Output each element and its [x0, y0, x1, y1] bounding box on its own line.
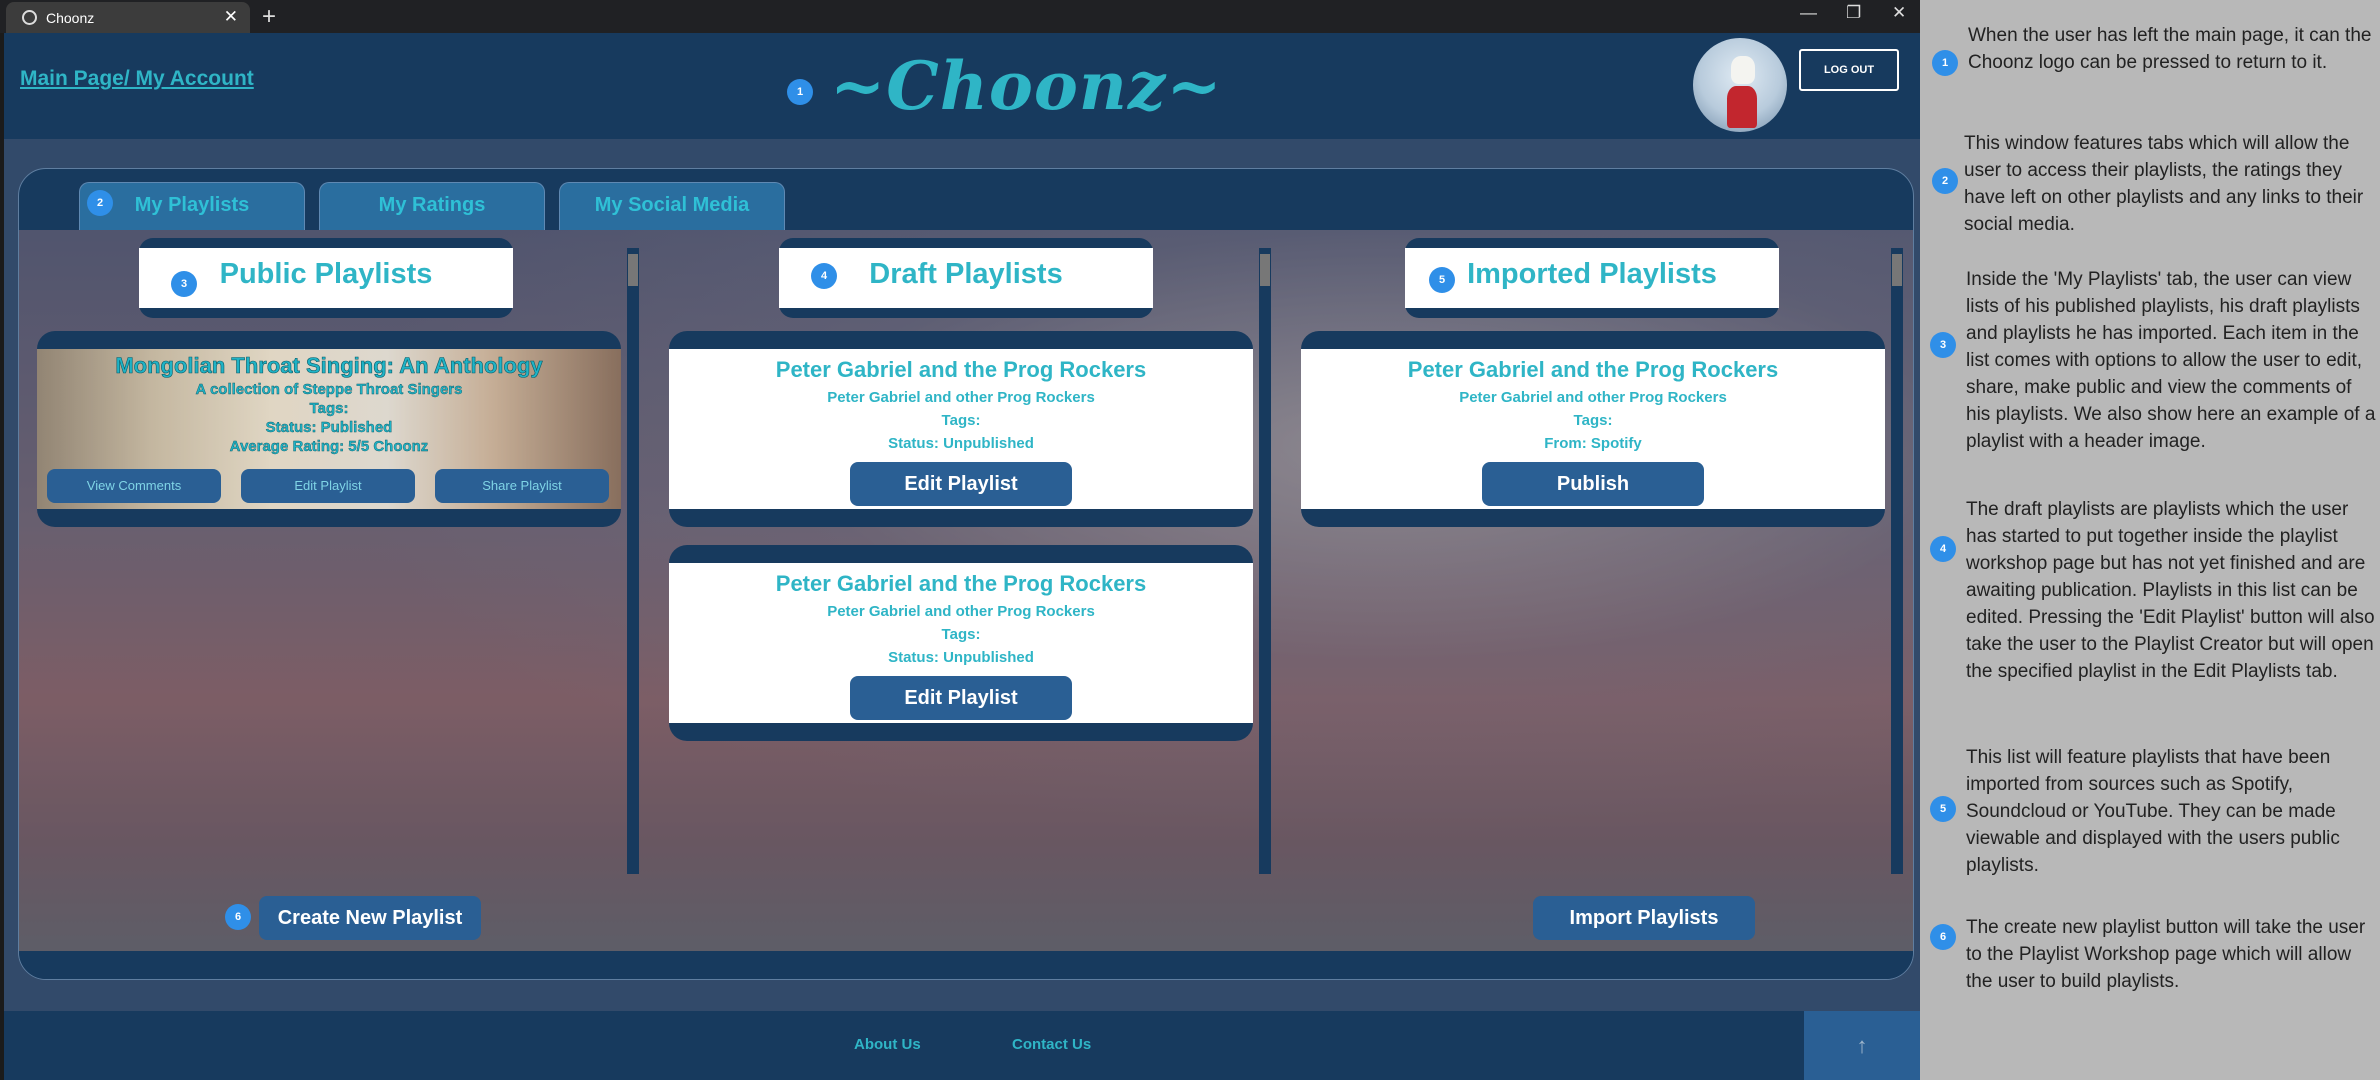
imported-playlist-card: Peter Gabriel and the Prog Rockers Peter… — [1301, 331, 1885, 527]
note-badge: 2 — [1932, 168, 1958, 194]
playlist-tags: Tags: — [309, 400, 349, 417]
note-text: This list will feature playlists that ha… — [1966, 747, 2340, 876]
tab-title: Choonz — [46, 10, 95, 26]
note-badge: 5 — [1930, 796, 1956, 822]
note-badge: 3 — [1930, 332, 1956, 358]
import-playlists-button[interactable]: Import Playlists — [1533, 896, 1755, 940]
playlist-source: From: Spotify — [1544, 435, 1642, 452]
note-text: Inside the 'My Playlists' tab, the user … — [1966, 269, 2376, 452]
playlist-status: Status: Published — [265, 419, 393, 436]
annotation-marker-4: 4 — [811, 263, 837, 289]
note-text: When the user has left the main page, it… — [1968, 25, 2372, 73]
annotation-marker-6: 6 — [225, 904, 251, 930]
playlist-title: Peter Gabriel and the Prog Rockers — [1407, 357, 1779, 382]
close-tab-icon[interactable]: ✕ — [224, 7, 238, 27]
scrollbar-thumb[interactable] — [628, 254, 638, 286]
imported-scrollbar[interactable] — [1891, 248, 1903, 874]
draft-playlist-card: Peter Gabriel and the Prog Rockers Peter… — [669, 331, 1253, 527]
playlist-subtitle: Peter Gabriel and other Prog Rockers — [827, 389, 1095, 406]
create-new-playlist-button[interactable]: Create New Playlist — [259, 896, 481, 940]
avatar[interactable] — [1693, 38, 1787, 132]
playlist-subtitle: Peter Gabriel and other Prog Rockers — [827, 603, 1095, 620]
playlist-tags: Tags: — [941, 412, 981, 429]
annotation-marker-1: 1 — [787, 79, 813, 105]
page-footer: About Us Contact Us ↑ — [4, 1011, 1920, 1080]
choonz-logo[interactable]: ~Choonz~ — [830, 47, 1223, 125]
note-text: This window features tabs which will all… — [1964, 133, 2364, 235]
view-comments-button[interactable]: View Comments — [47, 469, 221, 503]
restore-icon[interactable]: ❐ — [1846, 3, 1861, 23]
playlist-tags: Tags: — [941, 626, 981, 643]
close-window-icon[interactable]: ✕ — [1892, 3, 1906, 23]
new-tab-button[interactable]: + — [262, 3, 276, 31]
browser-tab[interactable]: Choonz ✕ — [6, 2, 250, 33]
playlist-title: Peter Gabriel and the Prog Rockers — [775, 571, 1147, 596]
edit-playlist-button[interactable]: Edit Playlist — [850, 676, 1072, 720]
public-scrollbar[interactable] — [627, 248, 639, 874]
note-text: The draft playlists are playlists which … — [1966, 499, 2375, 682]
playlist-subtitle: A collection of Steppe Throat Singers — [195, 381, 463, 398]
note-badge: 1 — [1932, 50, 1958, 76]
tab-my-social-media[interactable]: My Social Media — [559, 182, 785, 230]
playlist-tags: Tags: — [1573, 412, 1613, 429]
app-window: Main Page/ My Account 1 ~Choonz~ LOG OUT… — [4, 33, 1920, 1080]
playlist-title: Peter Gabriel and the Prog Rockers — [775, 357, 1147, 382]
annotation-marker-3: 3 — [171, 271, 197, 297]
imported-playlists-header: Imported Playlists — [1405, 238, 1779, 318]
playlist-subtitle: Peter Gabriel and other Prog Rockers — [1459, 389, 1727, 406]
public-playlist-card: Mongolian Throat Singing: An Anthology A… — [37, 331, 621, 527]
llama-scarf — [1727, 86, 1757, 128]
annotation-sidebar: 1 When the user has left the main page, … — [1920, 0, 2380, 1080]
note-text: The create new playlist button will take… — [1966, 917, 2366, 992]
globe-icon — [22, 10, 37, 25]
note-badge: 4 — [1930, 536, 1956, 562]
annotation-marker-2: 2 — [87, 190, 113, 216]
imported-playlists-title: Imported Playlists — [1405, 248, 1779, 308]
annotation-marker-5: 5 — [1429, 267, 1455, 293]
note-badge: 6 — [1930, 924, 1956, 950]
edit-playlist-button[interactable]: Edit Playlist — [241, 469, 415, 503]
tab-my-ratings[interactable]: My Ratings — [319, 182, 545, 230]
share-playlist-button[interactable]: Share Playlist — [435, 469, 609, 503]
playlist-status: Status: Unpublished — [888, 435, 1034, 452]
scrollbar-thumb[interactable] — [1260, 254, 1270, 286]
account-panel: My Playlists 2 My Ratings My Social Medi… — [18, 168, 1914, 980]
playlist-header-image: Mongolian Throat Singing: An Anthology A… — [37, 349, 621, 509]
contact-us-link[interactable]: Contact Us — [1012, 1036, 1091, 1053]
edit-playlist-button[interactable]: Edit Playlist — [850, 462, 1072, 506]
about-us-link[interactable]: About Us — [854, 1036, 921, 1053]
logout-button[interactable]: LOG OUT — [1799, 49, 1899, 91]
playlists-content: Public Playlists 3 Mongolian Throat Sing… — [19, 230, 1913, 951]
tab-my-playlists[interactable]: My Playlists — [79, 182, 305, 230]
back-to-top-arrow-icon[interactable]: ↑ — [1804, 1011, 1920, 1080]
playlist-status: Status: Unpublished — [888, 649, 1034, 666]
draft-scrollbar[interactable] — [1259, 248, 1271, 874]
publish-button[interactable]: Publish — [1482, 462, 1704, 506]
scrollbar-thumb[interactable] — [1892, 254, 1902, 286]
draft-playlist-card: Peter Gabriel and the Prog Rockers Peter… — [669, 545, 1253, 741]
browser-titlebar: Choonz ✕ + — ❐ ✕ — [0, 0, 1920, 33]
playlist-rating: Average Rating: 5/5 Choonz — [229, 438, 429, 455]
main-page-link[interactable]: Main Page/ My Account — [20, 67, 254, 91]
panel-footer-bar — [19, 951, 1913, 979]
playlist-title: Mongolian Throat Singing: An Anthology — [115, 353, 543, 379]
minimize-icon[interactable]: — — [1800, 3, 1817, 23]
llama-head — [1731, 56, 1755, 84]
app-header: Main Page/ My Account 1 ~Choonz~ LOG OUT — [4, 33, 1920, 139]
